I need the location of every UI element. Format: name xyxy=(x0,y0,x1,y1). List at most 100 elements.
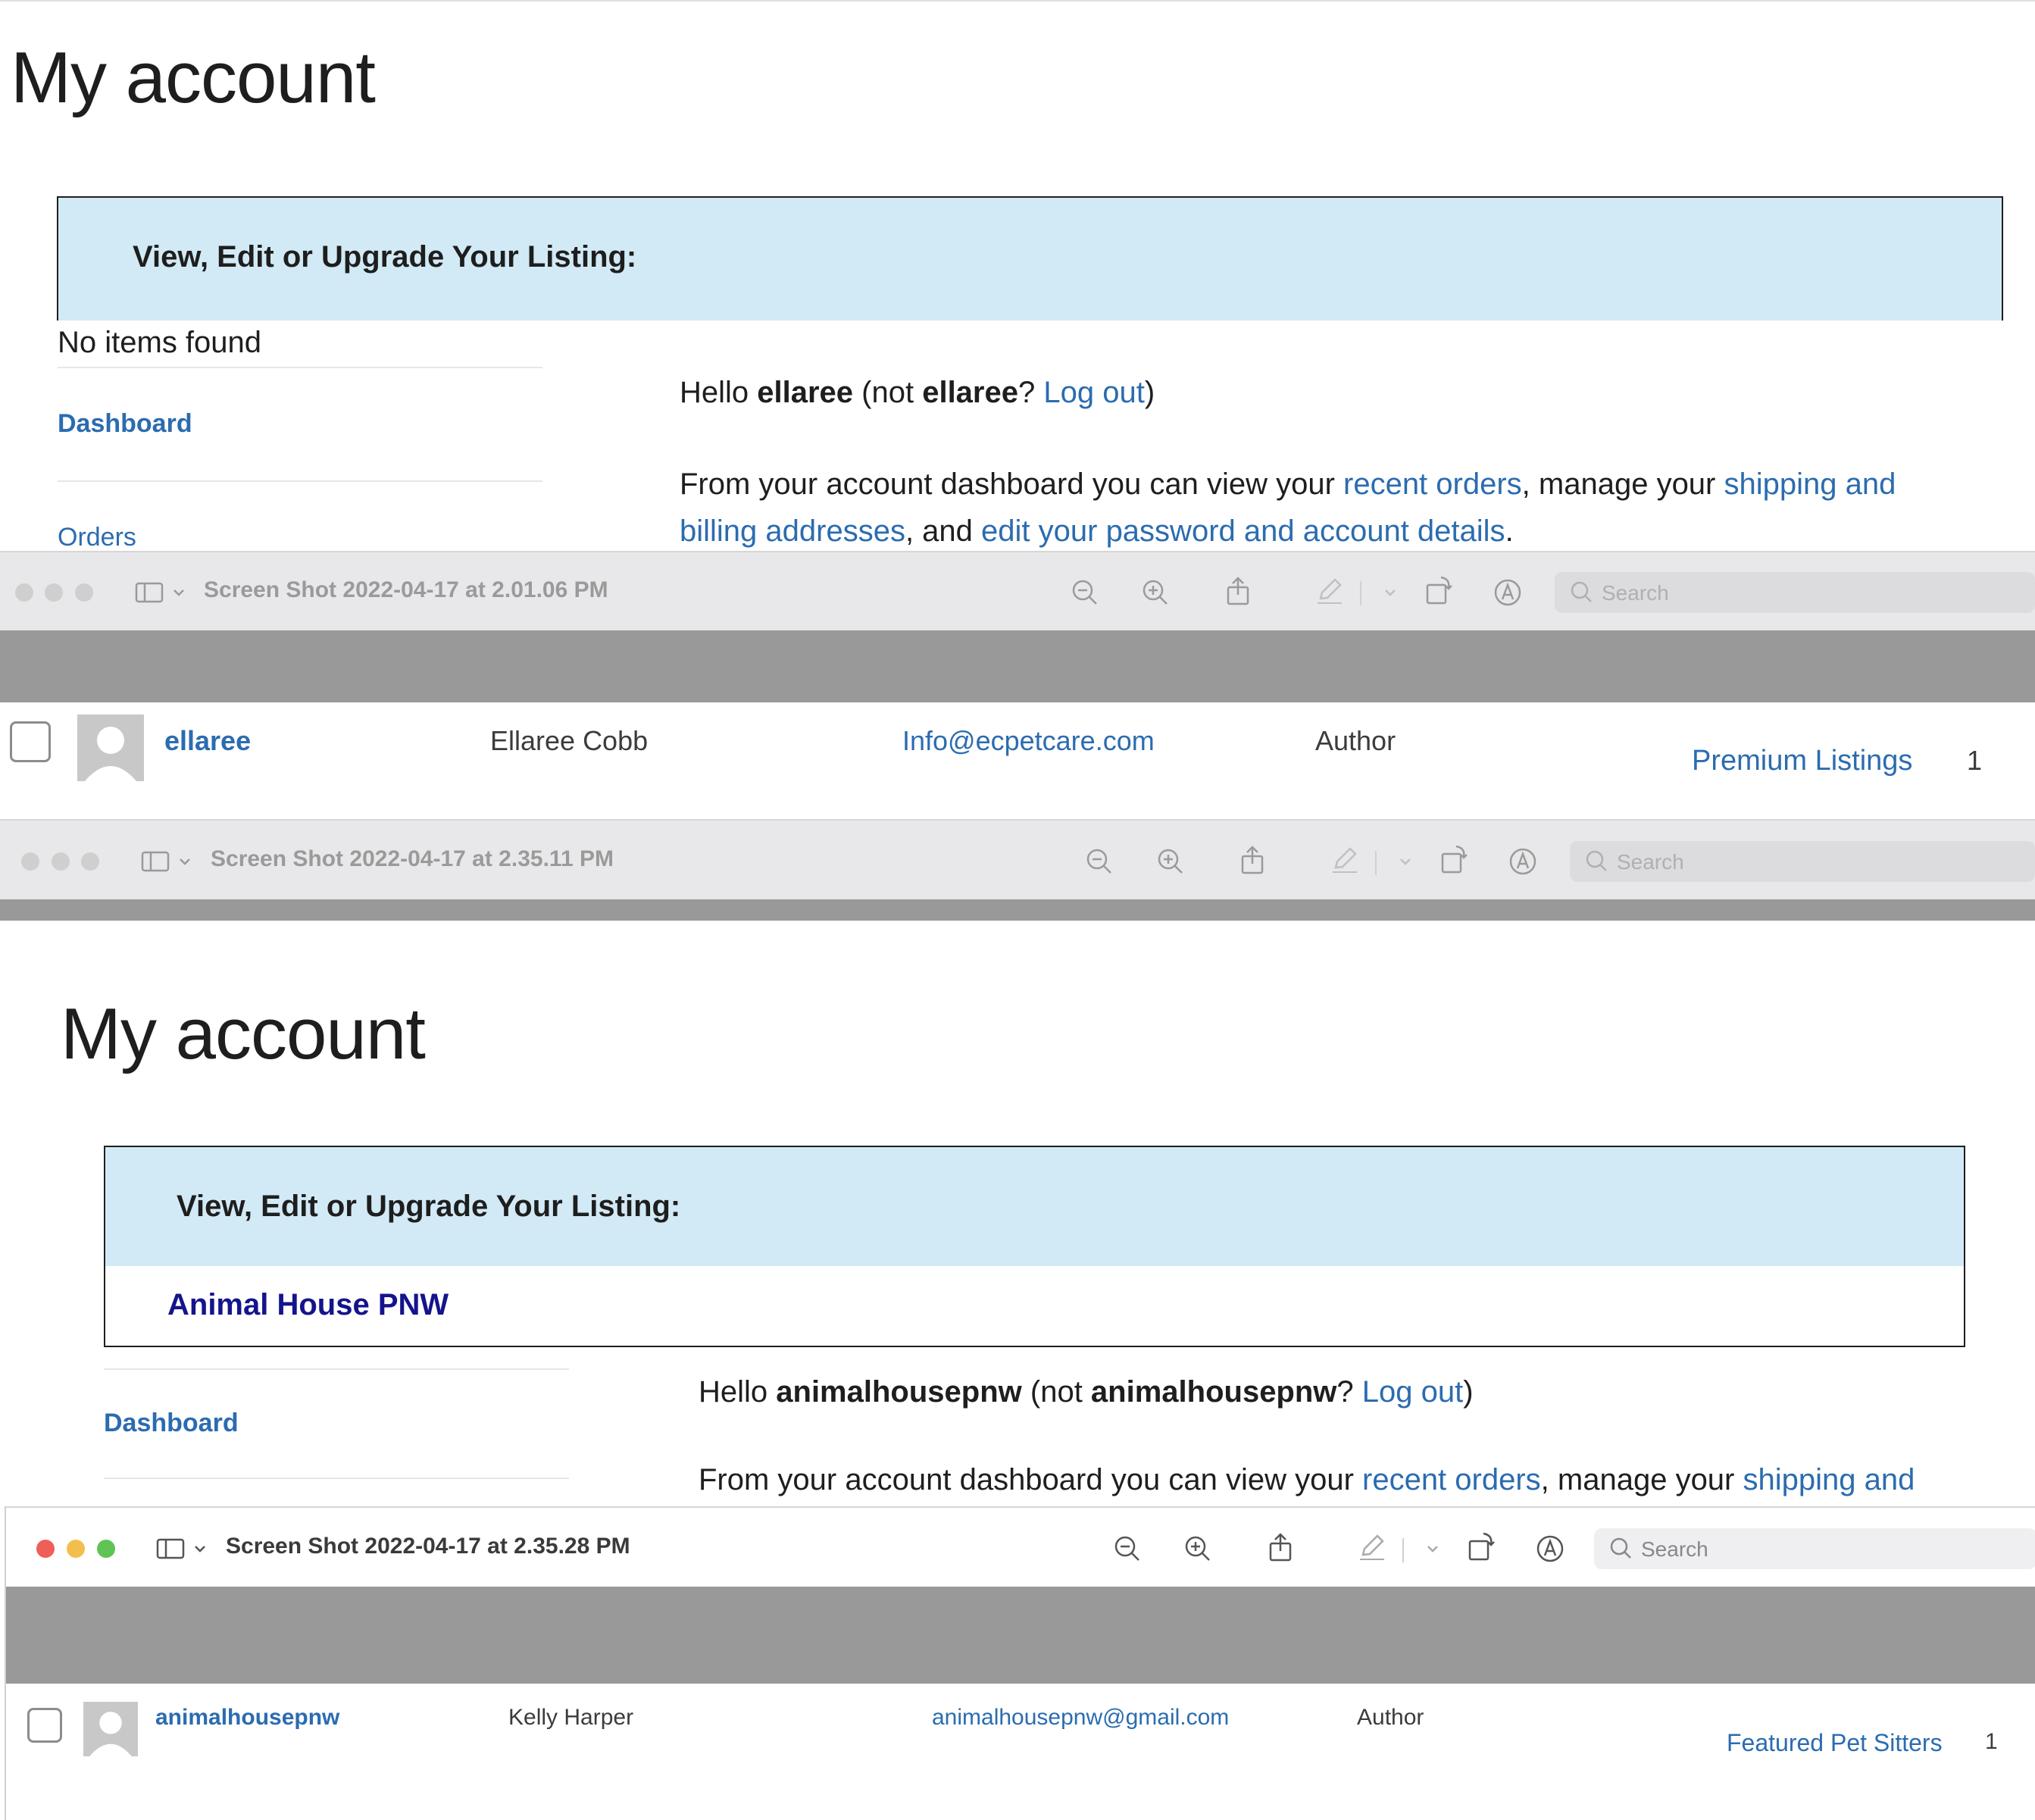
greeting-text: ) xyxy=(1463,1375,1474,1409)
row-name: Ellaree Cobb xyxy=(490,725,649,756)
greeting-username: ellaree xyxy=(922,376,1018,409)
annotate-icon[interactable] xyxy=(1506,845,1540,878)
zoom-in-icon[interactable] xyxy=(1154,845,1187,878)
user-row: ellaree Ellaree Cobb Info@ecpetcare.com … xyxy=(0,702,2035,818)
chevron-down-icon[interactable] xyxy=(1389,845,1411,878)
share-icon[interactable] xyxy=(1236,843,1269,877)
window-gray-band xyxy=(0,899,2035,921)
row-username-link[interactable]: ellaree xyxy=(164,725,251,757)
nav-dashboard[interactable]: Dashboard xyxy=(104,1409,239,1438)
zoom-out-icon[interactable] xyxy=(1083,845,1116,878)
close-dot[interactable] xyxy=(15,583,33,602)
greeting-text: (not xyxy=(1021,1375,1091,1409)
preview-window-2: Screen Shot 2022-04-17 at 2.35.11 PM Sea… xyxy=(0,819,2035,921)
annotate-icon[interactable] xyxy=(1533,1532,1567,1565)
search-placeholder: Search xyxy=(1602,581,1669,605)
intro-paragraph: From your account dashboard you can view… xyxy=(680,461,1968,555)
close-button[interactable] xyxy=(36,1540,55,1558)
window-titlebar[interactable]: Screen Shot 2022-04-17 at 2.01.06 PM Sea… xyxy=(0,551,2035,633)
row-role: Author xyxy=(1315,725,1396,756)
row-email-link[interactable]: animalhousepnw@gmail.com xyxy=(932,1705,1229,1731)
no-items-text: No items found xyxy=(58,326,262,359)
listing-link[interactable]: Animal House PNW xyxy=(167,1288,449,1322)
markup-pen-icon[interactable] xyxy=(1313,574,1346,608)
share-icon[interactable] xyxy=(1264,1531,1297,1564)
row-name: Kelly Harper xyxy=(508,1705,634,1730)
preview-window-1: Screen Shot 2022-04-17 at 2.01.06 PM Sea… xyxy=(0,551,2035,818)
window-titlebar[interactable]: Screen Shot 2022-04-17 at 2.35.11 PM Sea… xyxy=(0,819,2035,901)
shipping-link[interactable]: shipping and xyxy=(1724,468,1896,501)
zoom-dot[interactable] xyxy=(75,583,93,602)
window-gray-band xyxy=(6,1587,2035,1684)
listing-box-heading: View, Edit or Upgrade Your Listing: xyxy=(177,1190,681,1223)
search-input[interactable]: Search xyxy=(1570,841,2035,882)
recent-orders-link[interactable]: recent orders xyxy=(1343,468,1522,501)
chevron-down-icon[interactable] xyxy=(1416,1532,1438,1565)
intro-paragraph: From your account dashboard you can view… xyxy=(699,1456,1987,1503)
window-titlebar[interactable]: Screen Shot 2022-04-17 at 2.35.28 PM Sea… xyxy=(6,1506,2035,1590)
intro-text: , and xyxy=(905,514,982,548)
rotate-icon[interactable] xyxy=(1436,843,1470,877)
rotate-icon[interactable] xyxy=(1464,1531,1497,1564)
nav-divider xyxy=(104,1368,569,1370)
minimize-dot[interactable] xyxy=(52,852,70,871)
nav-divider xyxy=(58,367,542,368)
window-title: Screen Shot 2022-04-17 at 2.35.11 PM xyxy=(211,846,614,871)
intro-text: . xyxy=(1505,514,1514,548)
toolbar-separator xyxy=(1360,581,1361,605)
user-row: animalhousepnw Kelly Harper animalhousep… xyxy=(6,1684,2035,1820)
search-input[interactable]: Search xyxy=(1594,1528,2035,1569)
markup-pen-icon[interactable] xyxy=(1355,1531,1389,1564)
minimize-dot[interactable] xyxy=(45,583,63,602)
greeting-text: ? xyxy=(1336,1375,1362,1409)
row-email-link[interactable]: Info@ecpetcare.com xyxy=(902,725,1155,757)
minimize-button[interactable] xyxy=(67,1540,85,1558)
row-membership-link[interactable]: Featured Pet Sitters xyxy=(1727,1729,1943,1757)
recent-orders-link[interactable]: recent orders xyxy=(1362,1463,1541,1496)
nav-dashboard[interactable]: Dashboard xyxy=(58,409,192,439)
chevron-down-icon[interactable] xyxy=(162,576,184,609)
billing-addresses-link[interactable]: billing addresses xyxy=(680,514,905,548)
row-role: Author xyxy=(1357,1705,1424,1730)
greeting-text: (not xyxy=(853,376,923,409)
window-title: Screen Shot 2022-04-17 at 2.01.06 PM xyxy=(204,577,608,602)
greeting-username: animalhousepnw xyxy=(776,1375,1022,1409)
row-membership-link[interactable]: Premium Listings xyxy=(1692,745,1912,777)
logout-link[interactable]: Log out xyxy=(1362,1375,1463,1409)
row-checkbox[interactable] xyxy=(27,1708,62,1743)
annotate-icon[interactable] xyxy=(1491,576,1524,609)
shipping-link[interactable]: shipping and xyxy=(1743,1463,1915,1496)
search-input[interactable]: Search xyxy=(1555,572,2035,613)
close-dot[interactable] xyxy=(21,852,39,871)
chevron-down-icon[interactable] xyxy=(168,845,190,878)
toolbar-separator xyxy=(1402,1538,1404,1562)
logout-link[interactable]: Log out xyxy=(1043,376,1144,409)
zoom-button[interactable] xyxy=(97,1540,115,1558)
row-username-link[interactable]: animalhousepnw xyxy=(155,1705,339,1731)
nav-divider xyxy=(104,1478,569,1479)
avatar-placeholder-icon xyxy=(83,1702,138,1756)
zoom-out-icon[interactable] xyxy=(1111,1532,1144,1565)
intro-text: From your account dashboard you can view… xyxy=(699,1463,1362,1496)
search-icon xyxy=(1605,1532,1638,1565)
greeting: Hello animalhousepnw (not animalhousepnw… xyxy=(699,1368,1474,1415)
intro-text: , manage your xyxy=(1521,468,1724,501)
listing-box: View, Edit or Upgrade Your Listing: xyxy=(57,196,2003,321)
share-icon[interactable] xyxy=(1221,574,1255,608)
listing-box-heading: View, Edit or Upgrade Your Listing: xyxy=(133,240,637,274)
zoom-dot[interactable] xyxy=(81,852,99,871)
chevron-down-icon[interactable] xyxy=(183,1532,205,1565)
row-count: 1 xyxy=(1985,1729,1998,1754)
markup-pen-icon[interactable] xyxy=(1328,843,1361,877)
greeting: Hello ellaree (not ellaree? Log out) xyxy=(680,369,1155,416)
edit-account-link[interactable]: edit your password and account details xyxy=(981,514,1505,548)
greeting-text: ? xyxy=(1018,376,1044,409)
zoom-in-icon[interactable] xyxy=(1181,1532,1214,1565)
zoom-in-icon[interactable] xyxy=(1139,576,1172,609)
row-checkbox[interactable] xyxy=(10,721,51,762)
chevron-down-icon[interactable] xyxy=(1374,576,1396,609)
rotate-icon[interactable] xyxy=(1421,574,1455,608)
preview-window-3: Screen Shot 2022-04-17 at 2.35.28 PM Sea… xyxy=(5,1506,2035,1820)
zoom-out-icon[interactable] xyxy=(1068,576,1102,609)
nav-orders[interactable]: Orders xyxy=(58,523,136,552)
